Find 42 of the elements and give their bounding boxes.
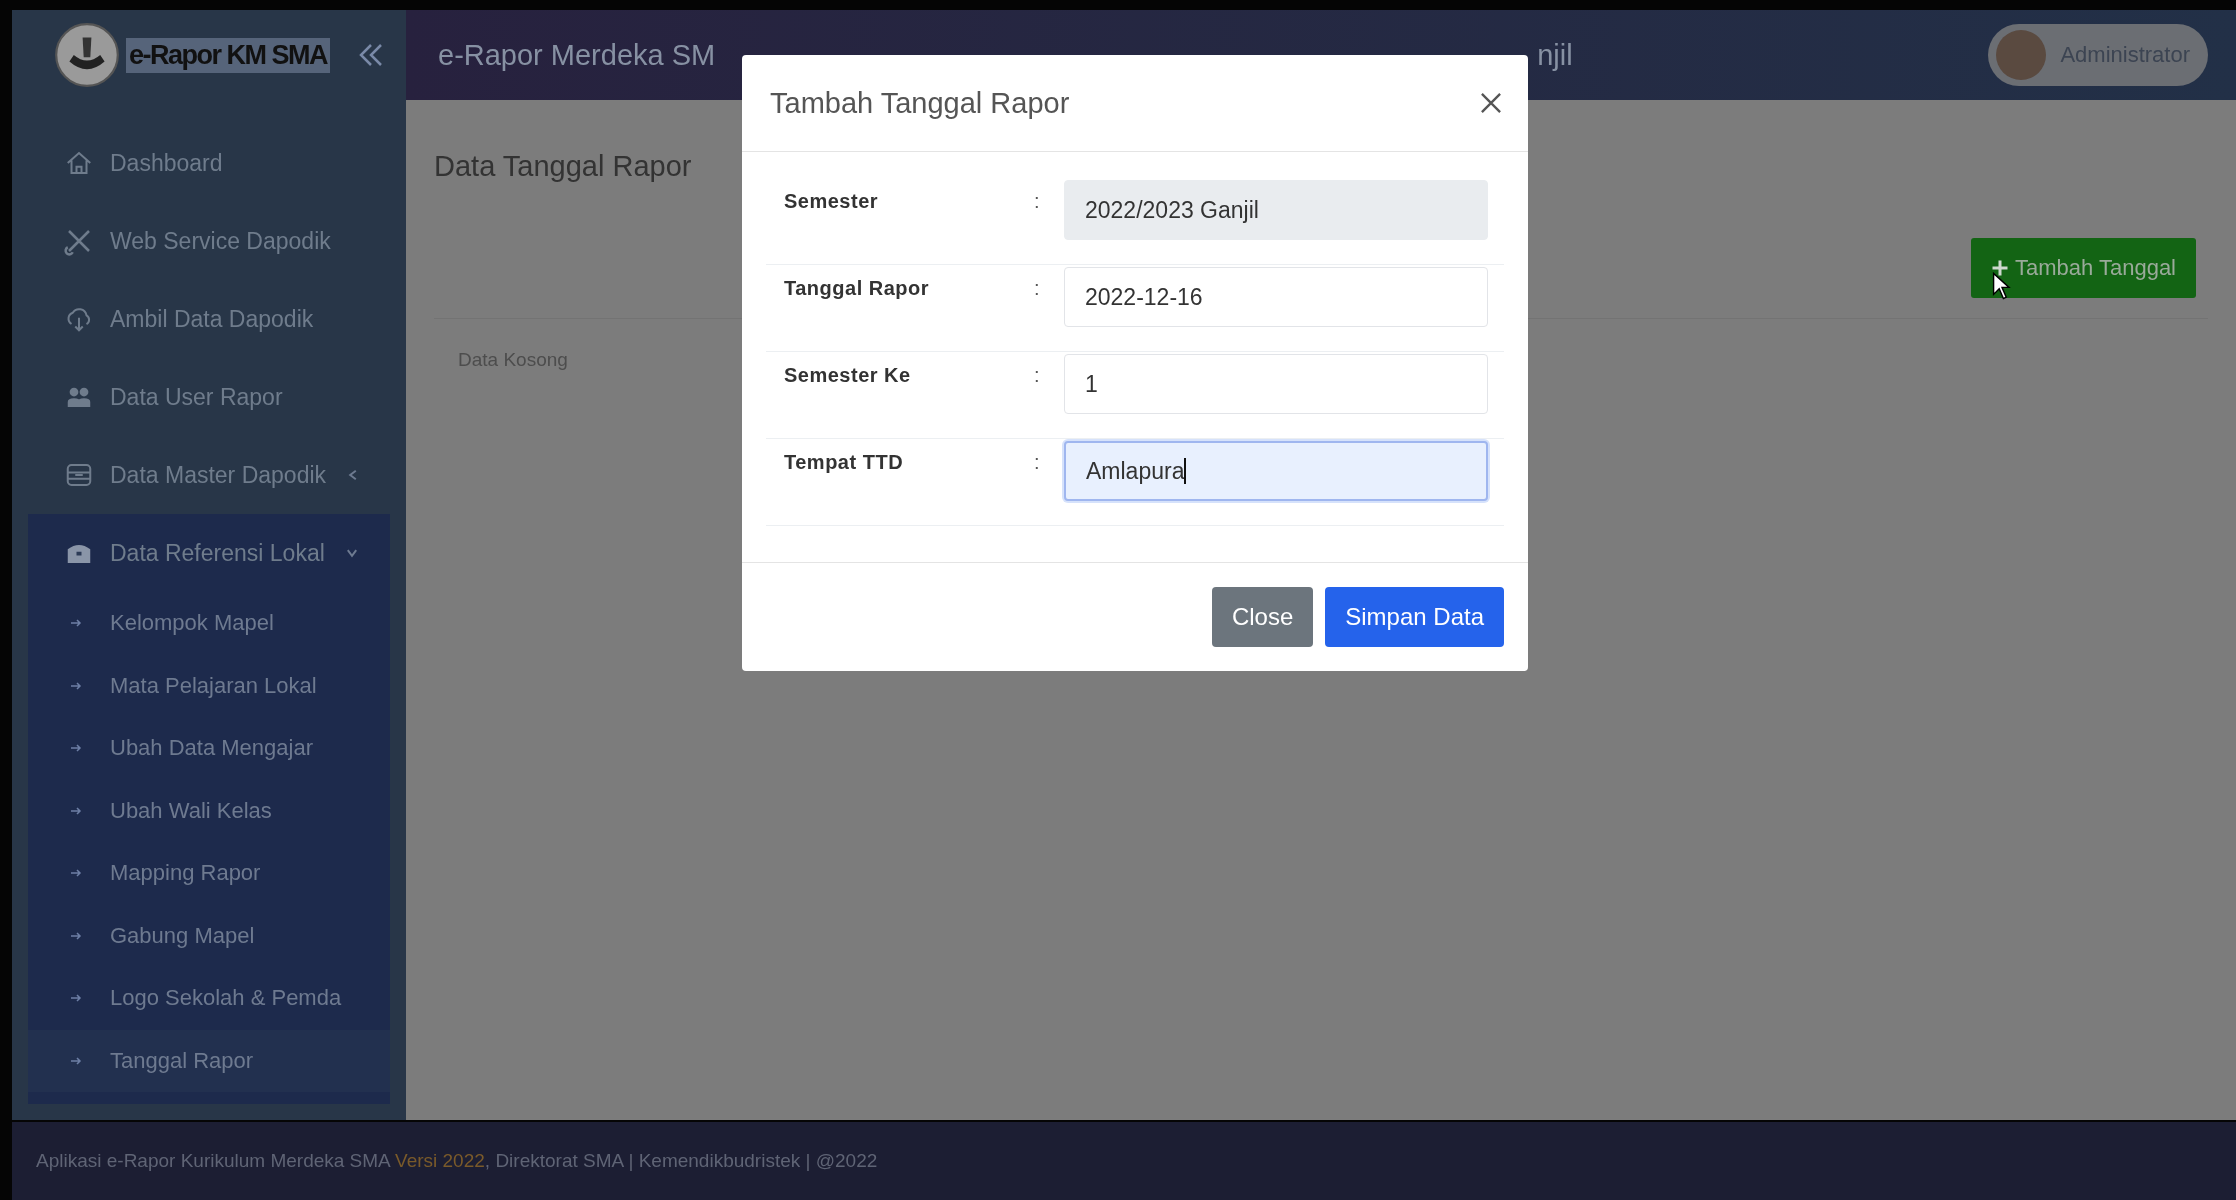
arrow-icon [70,804,82,817]
colon-separator: : [1034,364,1041,387]
arrow-icon [70,929,82,942]
page-header-title: e-Rapor Merdeka SM [438,38,716,72]
sidebar-item[interactable]: Data Master Dapodik [28,436,390,514]
submenu-item[interactable]: Gabung Mapel [28,904,390,967]
app-name: e-Rapor KM SMA [126,37,330,73]
sidebar-item[interactable]: Web Service Dapodik [28,202,390,280]
field-label: Tempat TTD [784,451,905,474]
input-field[interactable]: 2022-12-16 [1064,267,1488,327]
colon-separator: : [1034,451,1041,474]
emblem-logo-icon [54,22,120,88]
close-button[interactable]: Close [1211,587,1314,647]
plus-icon [1990,259,2009,277]
add-date-button[interactable]: Tambah Tanggal [1970,238,2196,298]
footer-text: Aplikasi e-Rapor Kurikulum Merdeka SMA Versi 2022, Direktorat SMA | Kemendikbudristek | @2022 [36,1150,878,1172]
arrow-icon [70,679,82,692]
page-title: Data Tanggal Rapor [434,150,692,183]
input-field[interactable]: 1 [1064,354,1488,414]
modal-title: Tambah Tanggal Rapor [770,86,1070,120]
submenu-item[interactable]: Kelompok Mapel [28,592,390,655]
colon-separator: : [1034,277,1041,300]
field-label: Semester [784,190,880,213]
sidebar-item[interactable]: Ambil Data Dapodik [28,280,390,358]
submenu-item[interactable]: Logo Sekolah & Pemda [28,967,390,1030]
save-button[interactable]: Simpan Data [1325,587,1504,647]
submenu-item[interactable]: Mata Pelajaran Lokal [28,654,390,717]
sidebar-item[interactable]: Dashboard [28,124,390,202]
avatar-icon [1996,30,2047,80]
submenu-item[interactable]: Tanggal Rapor [28,1029,390,1092]
page-header-title: njil [1537,38,1573,72]
sidebar-item[interactable]: Data User Rapor [28,358,390,436]
mouse-pointer-icon [1992,272,2012,300]
field-label: Semester Ke [784,364,912,387]
input-field[interactable]: Amlapura [1064,441,1488,501]
submenu-item[interactable]: Mapping Rapor [28,842,390,905]
submenu-item[interactable]: Ubah Data Mengajar [28,717,390,780]
field-label: Tanggal Rapor [784,277,931,300]
sidebar-item[interactable]: Data Referensi Lokal [28,514,390,592]
submenu-item[interactable]: Ubah Wali Kelas [28,779,390,842]
colon-separator: : [1034,190,1041,213]
arrow-icon [70,1054,82,1067]
